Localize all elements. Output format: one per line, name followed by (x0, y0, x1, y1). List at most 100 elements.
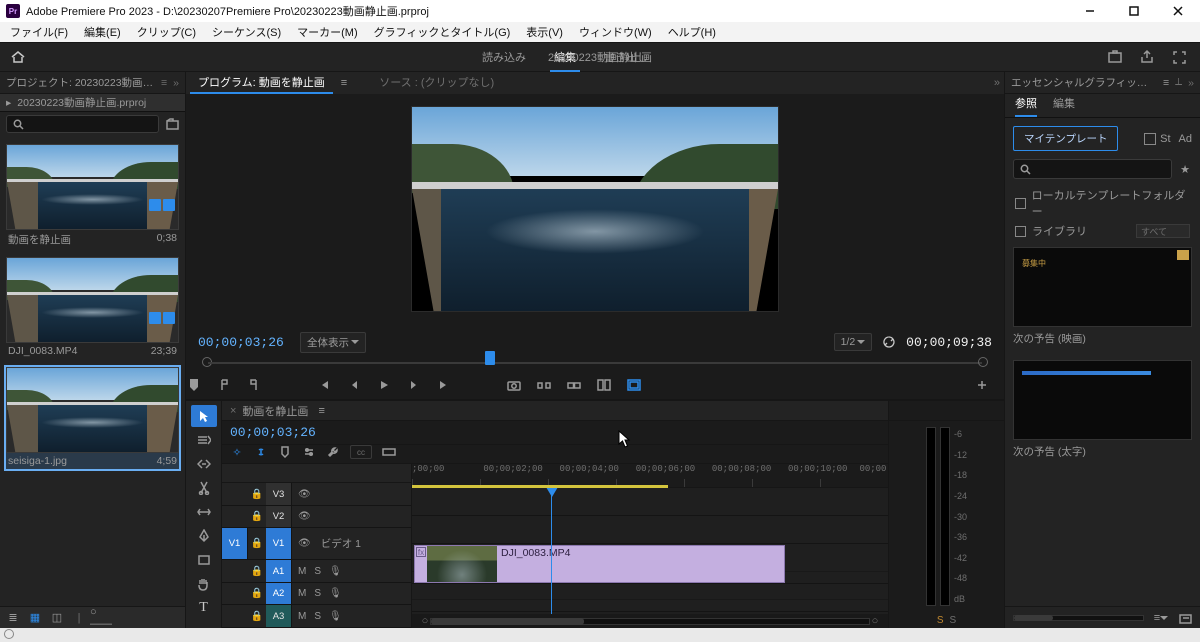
eg-tab-browse[interactable]: 参照 (1015, 95, 1037, 117)
mogrt-item[interactable]: 次の予告 (太字) (1013, 360, 1192, 459)
project-search-input[interactable] (6, 115, 159, 133)
project-item-sequence[interactable]: 動画を静止画0;38 (4, 142, 181, 251)
lock-icon[interactable]: 🔒 (248, 511, 266, 522)
menu-file[interactable]: ファイル(F) (2, 22, 76, 42)
track-v2[interactable]: V2 (266, 506, 292, 528)
eg-scroll[interactable] (1013, 615, 1144, 621)
project-item-image[interactable]: seisiga-1.jpg4;59 (4, 365, 181, 471)
program-monitor-viewport[interactable] (411, 106, 779, 312)
solo-button[interactable]: S (314, 611, 321, 622)
menu-clip[interactable]: クリップ(C) (129, 22, 204, 42)
video-clip[interactable]: fx DJI_0083.MP4 (414, 545, 785, 583)
meter-solo[interactable]: S (950, 615, 957, 626)
go-to-out-icon[interactable] (436, 377, 452, 393)
stock-icon[interactable] (1144, 133, 1156, 145)
program-scrubber[interactable] (202, 353, 988, 371)
add-marker-tl-icon[interactable] (278, 445, 292, 459)
wrench-icon[interactable] (326, 445, 340, 459)
type-tool[interactable]: T (191, 597, 217, 619)
panel-overflow-icon[interactable]: » (1188, 77, 1194, 89)
track-v1[interactable]: V1 (266, 528, 292, 559)
solo-button[interactable]: S (314, 566, 321, 577)
checkbox[interactable] (1015, 198, 1026, 209)
libraries-dropdown[interactable]: すべて (1136, 224, 1190, 238)
mark-out-icon[interactable] (246, 377, 262, 393)
razor-tool[interactable] (191, 477, 217, 499)
lock-icon[interactable]: 🔒 (248, 566, 266, 577)
zoom-slider[interactable]: ○—— (94, 611, 108, 625)
panel-menu-icon[interactable]: ≡ (161, 77, 167, 89)
caption-track-icon[interactable]: cc (350, 445, 372, 459)
list-view-icon[interactable]: ≣ (6, 611, 20, 625)
rectangle-tool[interactable] (191, 549, 217, 571)
timeline-timecode[interactable]: 00;00;03;26 (230, 425, 316, 440)
menu-view[interactable]: 表示(V) (518, 22, 571, 42)
workspace-tab-import[interactable]: 読み込み (482, 49, 526, 65)
extract-icon[interactable] (566, 377, 582, 393)
fullscreen-icon[interactable] (1170, 48, 1188, 66)
freeform-view-icon[interactable]: ◫ (50, 611, 64, 625)
checkbox[interactable] (1015, 226, 1026, 237)
my-templates-button[interactable]: マイテンプレート (1013, 126, 1118, 151)
voiceover-icon[interactable]: 🎙 (329, 588, 342, 599)
track-a2[interactable]: A2 (266, 583, 292, 605)
eg-search-input[interactable] (1013, 159, 1172, 179)
menu-graphics[interactable]: グラフィックとタイトル(G) (366, 22, 519, 42)
close-button[interactable] (1156, 0, 1200, 22)
slip-tool[interactable] (191, 501, 217, 523)
menu-marker[interactable]: マーカー(M) (289, 22, 366, 42)
play-icon[interactable] (376, 377, 392, 393)
track-v3[interactable]: V3 (266, 483, 292, 505)
insert-overwrite-icon[interactable] (382, 445, 396, 459)
track-a1[interactable]: A1 (266, 560, 292, 582)
menu-sequence[interactable]: シーケンス(S) (204, 22, 289, 42)
source-monitor-tab[interactable]: ソース : (クリップなし) (371, 72, 502, 94)
mute-button[interactable]: M (298, 611, 306, 622)
lock-icon[interactable]: 🔒 (248, 611, 266, 622)
sort-icon[interactable]: ≡ (1154, 611, 1168, 625)
timeline-ruler[interactable]: ;00;00 00;00;02;00 00;00;04;00 00;00;06;… (412, 464, 888, 488)
toggle-output-icon[interactable]: 👁 (298, 538, 311, 549)
quick-export-icon[interactable] (1106, 48, 1124, 66)
toggle-output-icon[interactable]: 👁 (298, 511, 311, 522)
home-button[interactable] (0, 43, 36, 71)
menu-edit[interactable]: 編集(E) (76, 22, 129, 42)
timeline-zoom-scroll[interactable]: ○ ○ (412, 614, 888, 628)
mark-in-icon[interactable] (216, 377, 232, 393)
fit-dropdown[interactable]: 全体表示 (300, 332, 366, 353)
step-back-icon[interactable] (346, 377, 362, 393)
lock-icon[interactable]: 🔒 (248, 538, 266, 549)
lock-icon[interactable]: 🔒 (248, 588, 266, 599)
add-marker-icon[interactable] (186, 377, 202, 393)
export-frame-icon[interactable] (506, 377, 522, 393)
track-a3[interactable]: A3 (266, 605, 292, 627)
sequence-tab[interactable]: 動画を静止画 (242, 403, 308, 419)
playhead[interactable] (551, 488, 552, 614)
maximize-button[interactable] (1112, 0, 1156, 22)
comparison-view-icon[interactable] (596, 377, 612, 393)
project-breadcrumb[interactable]: ▸20230223動画静止画.prproj (0, 94, 185, 112)
new-bin-icon[interactable] (165, 117, 179, 131)
source-patch-v1[interactable]: V1 (222, 528, 248, 559)
project-item-video[interactable]: DJI_0083.MP423;39 (4, 255, 181, 361)
voiceover-icon[interactable]: 🎙 (329, 566, 342, 577)
share-icon[interactable] (1138, 48, 1156, 66)
mogrt-item[interactable]: 募集中 次の予告 (映画) (1013, 247, 1192, 346)
menu-help[interactable]: ヘルプ(H) (660, 22, 724, 42)
panel-overflow-icon[interactable]: » (994, 77, 1000, 89)
timeline-tracks-area[interactable]: fx DJI_0083.MP4 (412, 488, 888, 614)
step-forward-icon[interactable] (406, 377, 422, 393)
menu-window[interactable]: ウィンドウ(W) (571, 22, 660, 42)
meter-solo[interactable]: S (937, 615, 944, 626)
mute-button[interactable]: M (298, 566, 306, 577)
timeline-settings-icon[interactable] (302, 445, 316, 459)
lift-icon[interactable] (536, 377, 552, 393)
hand-tool[interactable] (191, 573, 217, 595)
button-editor-icon[interactable] (974, 377, 990, 393)
selection-tool[interactable] (191, 405, 217, 427)
favorite-icon[interactable]: ★ (1178, 162, 1192, 176)
resolution-dropdown[interactable]: 1/2 (834, 333, 873, 351)
linked-selection-icon[interactable] (254, 445, 268, 459)
toggle-output-icon[interactable]: 👁 (298, 489, 311, 500)
program-monitor-tab[interactable]: プログラム: 動画を静止画 (190, 72, 333, 94)
